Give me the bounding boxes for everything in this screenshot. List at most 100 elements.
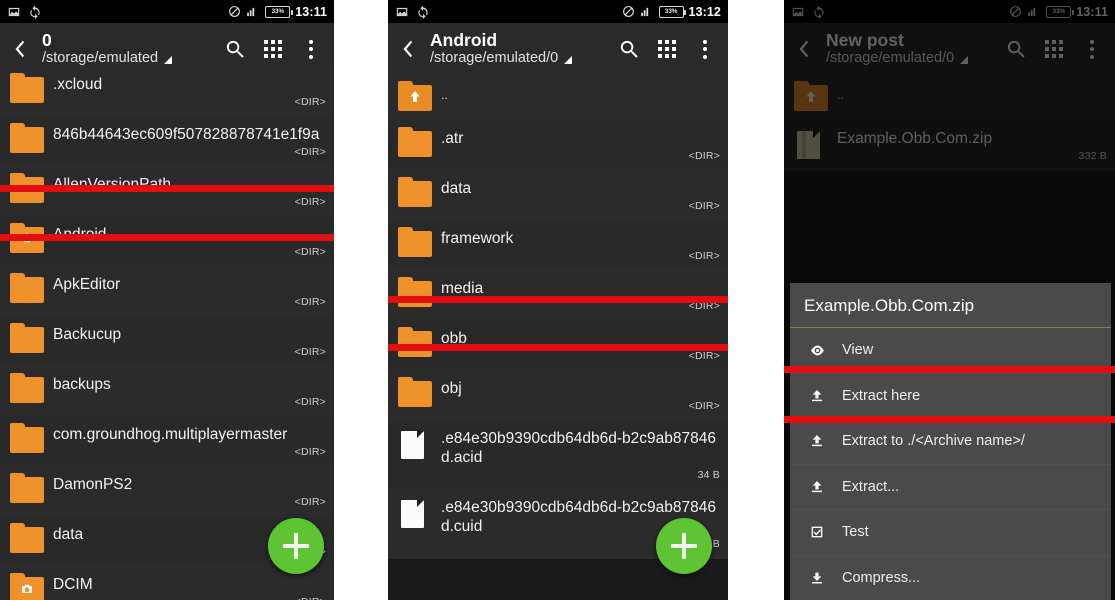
row-icon-wrap	[10, 73, 44, 104]
list-item-body: DamonPS2 <DIR>	[44, 475, 326, 508]
list-item[interactable]: ApkEditor <DIR>	[0, 267, 334, 317]
action-bar-buttons	[610, 27, 724, 71]
highlight-obb-bottom	[388, 344, 728, 351]
folder-icon	[10, 373, 44, 403]
file-name: backups	[53, 376, 111, 393]
sync-icon	[30, 5, 40, 19]
list-item[interactable]: data <DIR>	[388, 171, 728, 221]
list-item[interactable]: Android<DIR>	[0, 217, 334, 267]
context-menu-item[interactable]: Extract...	[790, 465, 1111, 510]
row-icon-wrap	[398, 500, 432, 528]
signal-4g-icon	[247, 7, 255, 16]
status-bar-clock: 13:12	[688, 4, 721, 19]
context-menu-item-label: Extract to ./<Archive name>/	[842, 433, 1025, 450]
list-item[interactable]: AllenVersionPath<DIR>	[0, 167, 334, 217]
grid-cell	[665, 54, 669, 58]
context-menu-item-label: Extract here	[842, 387, 921, 404]
screenshot-root: 33% 13:11 0/storage/emulated .xcloud <DIR> 84…	[0, 0, 1115, 600]
back-button[interactable]	[6, 27, 36, 71]
add-button[interactable]	[656, 518, 712, 574]
action-bar: Android/storage/emulated/0	[388, 23, 728, 75]
grid-view-icon	[657, 39, 677, 59]
highlight-obb-top	[388, 296, 728, 303]
file-name: .xcloud	[53, 76, 103, 93]
add-button[interactable]	[268, 518, 324, 574]
eye-icon	[810, 345, 824, 356]
search-icon	[226, 40, 244, 58]
status-bar-clock: 13:11	[295, 4, 327, 19]
folder-icon	[10, 473, 44, 503]
status-bar-left-icons	[7, 5, 42, 19]
page-title: 0	[42, 31, 52, 50]
list-item[interactable]: com.groundhog.multiplayermaster <DIR>	[0, 417, 334, 467]
list-item[interactable]: ..	[388, 75, 728, 121]
list-item[interactable]: 846b44643ec609f507828878741e1f9a <DIR>	[0, 117, 334, 167]
sync-icon	[418, 5, 428, 19]
file-meta: <DIR>	[688, 350, 720, 362]
breadcrumb[interactable]: /storage/emulated	[42, 50, 216, 67]
list-item[interactable]: obj <DIR>	[388, 371, 728, 421]
grid-view-button[interactable]	[254, 27, 292, 71]
search-button[interactable]	[610, 27, 648, 71]
grid-cell	[658, 54, 662, 58]
list-item[interactable]: framework <DIR>	[388, 221, 728, 271]
list-item[interactable]: .atr <DIR>	[388, 121, 728, 171]
grid-cell	[278, 54, 282, 58]
overflow-menu-button[interactable]	[686, 27, 724, 71]
compress-down-icon	[812, 572, 822, 584]
arrow-up-icon	[410, 91, 420, 102]
breadcrumb[interactable]: /storage/emulated/0	[430, 50, 610, 67]
grid-cell	[271, 40, 275, 44]
list-item[interactable]: backups <DIR>	[0, 367, 334, 417]
battery-percent-label: 33%	[664, 8, 678, 15]
page-title: Android	[430, 31, 498, 50]
row-icon-wrap	[398, 177, 432, 208]
context-menu-item-icon	[804, 433, 830, 449]
list-item-body: 846b44643ec609f507828878741e1f9a <DIR>	[44, 125, 326, 158]
grid-cell	[665, 47, 669, 51]
list-item[interactable]: .xcloud <DIR>	[0, 67, 334, 117]
battery-indicator: 33%	[658, 5, 687, 18]
folder-icon	[10, 273, 44, 303]
status-bar: 33% 13:12	[388, 0, 728, 23]
list-item[interactable]: Backucup <DIR>	[0, 317, 334, 367]
context-menu-item[interactable]: Test	[790, 510, 1111, 556]
list-item[interactable]: DamonPS2 <DIR>	[0, 467, 334, 517]
context-menu-item-label: Extract...	[842, 478, 900, 495]
list-item-body: Backucup <DIR>	[44, 325, 326, 358]
file-meta: <DIR>	[294, 196, 326, 208]
search-button[interactable]	[216, 27, 254, 71]
grid-cell	[271, 54, 275, 58]
context-menu-title: Example.Obb.Com.zip	[790, 283, 1111, 328]
path-dropdown-icon[interactable]	[164, 56, 173, 64]
context-menu-item[interactable]: Extract here	[790, 374, 1111, 419]
folder-icon	[398, 127, 432, 157]
context-menu-item-label: Compress...	[842, 569, 921, 586]
panel-1: 33% 13:11 0/storage/emulated .xcloud <DIR> 84…	[0, 0, 334, 600]
grid-view-button[interactable]	[648, 27, 686, 71]
menu-dot	[309, 54, 313, 59]
camera-emblem	[20, 581, 35, 600]
context-menu-item-icon	[804, 388, 830, 404]
path-dropdown-icon[interactable]	[564, 56, 573, 64]
context-menu-item[interactable]: Extract to ./<Archive name>/	[790, 419, 1111, 465]
grid-view-icon	[263, 39, 283, 59]
status-bar-right-icons: 33% 13:12	[622, 5, 721, 19]
row-icon-wrap	[398, 377, 432, 408]
title-block: Android/storage/emulated/0	[424, 31, 610, 67]
highlight-android-top	[0, 185, 334, 192]
row-icon-wrap	[398, 127, 432, 158]
back-button[interactable]	[394, 27, 424, 71]
overflow-menu-button[interactable]	[292, 27, 330, 71]
battery-percent-label: 33%	[271, 8, 285, 15]
menu-dot	[703, 47, 707, 51]
list-item[interactable]: DCIM <DIR>	[0, 567, 334, 600]
list-item-body: .atr <DIR>	[432, 129, 720, 162]
panel-3: 33%13:11New post/storage/emulated/0..Exa…	[784, 0, 1115, 600]
file-icon	[401, 431, 424, 459]
context-menu-item[interactable]: Compress...	[790, 556, 1111, 600]
list-item-body: framework <DIR>	[432, 229, 720, 262]
context-menu-item-icon	[804, 524, 830, 540]
list-item[interactable]: .e84e30b9390cdb64db6d-b2c9ab87846d.acid 3…	[388, 421, 728, 490]
list-item-body: Android<DIR>	[44, 225, 326, 258]
